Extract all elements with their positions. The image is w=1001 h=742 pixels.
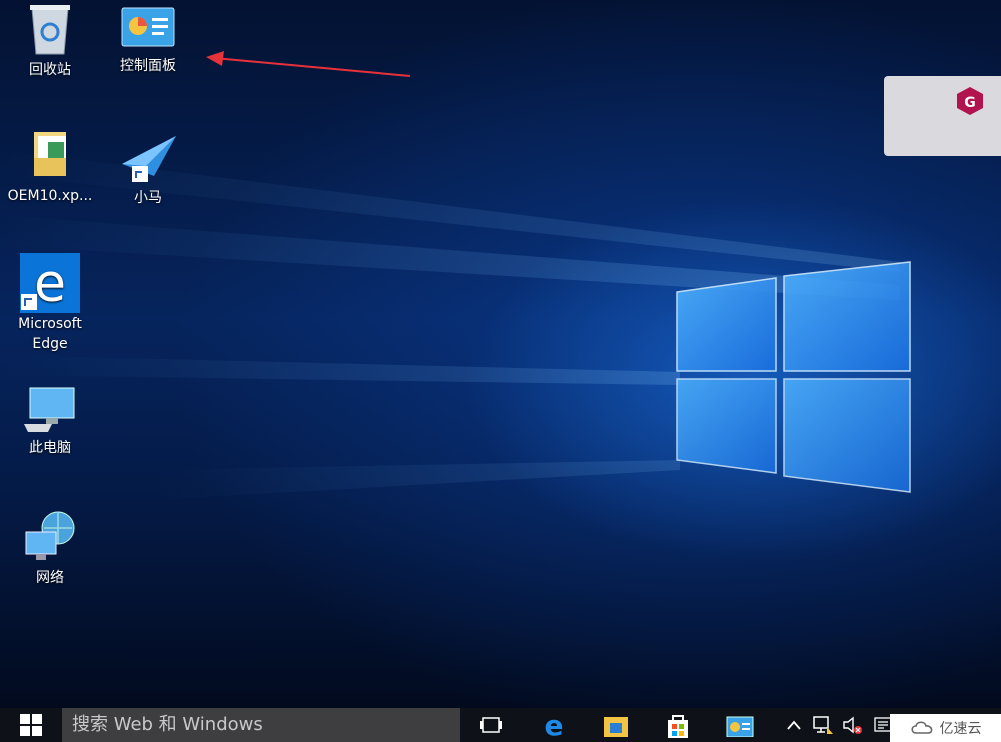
computer-icon	[24, 387, 75, 432]
edge-label-line1: Microsoft	[18, 316, 82, 332]
svg-text:e: e	[545, 712, 564, 738]
network-tray-button[interactable]	[810, 708, 836, 742]
network-icon	[25, 511, 75, 560]
file-explorer-icon	[604, 717, 628, 737]
network-tray-icon	[813, 716, 833, 734]
watermark-yisu: 亿速云	[890, 714, 1001, 742]
taskbar-explorer-button[interactable]	[594, 708, 638, 742]
cloud-logo-icon	[910, 721, 932, 734]
volume-muted-icon	[843, 716, 862, 734]
taskbar-control-panel-button[interactable]	[718, 708, 762, 742]
svg-text:G: G	[964, 95, 976, 111]
desktop-background: 回收站 控制面板 OEM10.xp... 小马 e Microsoft Edge…	[0, 0, 1001, 708]
annotation-arrow	[206, 51, 411, 77]
recycle-bin-icon	[30, 5, 70, 55]
desktop-icon-this-pc[interactable]: 此电脑	[5, 384, 95, 458]
edge-icon: e	[20, 253, 80, 314]
app-logo-icon: G	[957, 87, 983, 115]
taskbar-search-box[interactable]: 搜索 Web 和 Windows	[62, 708, 460, 742]
taskbar-edge-button[interactable]: e	[532, 708, 576, 742]
notification-panel[interactable]: G	[884, 76, 1001, 156]
control-panel-taskbar-icon	[726, 716, 754, 737]
xiaoma-label: 小马	[134, 190, 162, 206]
control-panel-icon	[121, 7, 175, 47]
wallpaper-light-rays	[0, 150, 911, 500]
windows-logo-icon	[20, 714, 42, 736]
watermark-text: 亿速云	[939, 721, 982, 737]
volume-tray-button[interactable]	[840, 708, 866, 742]
edge-taskbar-icon: e	[545, 712, 564, 738]
recycle-bin-label: 回收站	[29, 62, 71, 78]
edge-label-line2: Edge	[32, 336, 68, 352]
taskbar-store-button[interactable]	[656, 708, 700, 742]
control-panel-label: 控制面板	[120, 58, 176, 74]
desktop-icon-oem-folder[interactable]: OEM10.xp...	[5, 128, 95, 206]
desktop-icon-edge[interactable]: e Microsoft Edge	[5, 252, 95, 354]
chevron-up-icon	[787, 720, 801, 730]
show-hidden-icons-button[interactable]	[784, 708, 804, 742]
desktop-icon-network[interactable]: 网络	[5, 510, 95, 588]
task-view-button[interactable]	[470, 708, 512, 742]
svg-text:e: e	[34, 254, 66, 314]
paper-plane-icon	[122, 136, 176, 182]
task-view-icon	[480, 717, 502, 733]
start-button[interactable]	[0, 708, 62, 742]
oem-folder-label: OEM10.xp...	[7, 188, 93, 204]
this-pc-label: 此电脑	[29, 440, 71, 456]
desktop-icon-recycle-bin[interactable]: 回收站	[5, 2, 95, 80]
folder-icon	[34, 132, 66, 176]
network-label: 网络	[36, 570, 64, 586]
store-icon	[668, 715, 688, 738]
desktop-icon-control-panel[interactable]: 控制面板	[103, 2, 193, 76]
desktop-icon-xiaoma[interactable]: 小马	[103, 132, 193, 208]
